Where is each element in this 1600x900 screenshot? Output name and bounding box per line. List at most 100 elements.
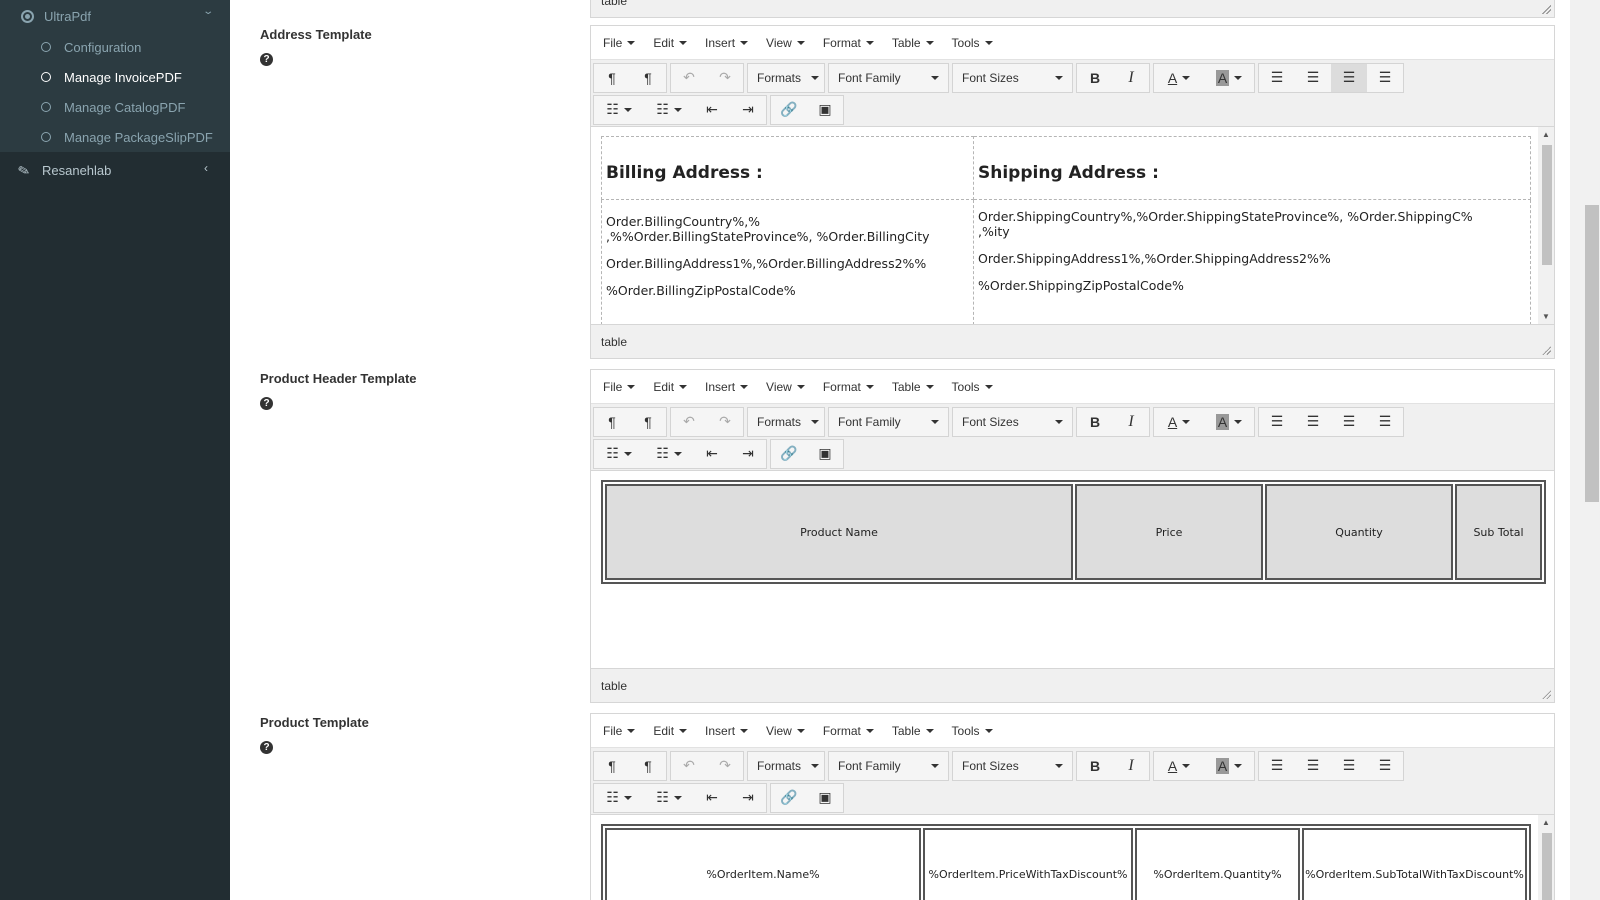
align-right-icon[interactable]: ☰ (1331, 408, 1367, 436)
page-scrollbar-thumb[interactable] (1585, 205, 1599, 502)
menu-view[interactable]: View (758, 724, 813, 738)
bullet-list-icon[interactable]: ☷ (594, 784, 644, 812)
menu-table[interactable]: Table (884, 36, 942, 50)
sidebar-subitem-manage-packageslippdf[interactable]: Manage PackageSlipPDF (0, 122, 230, 152)
font-family-dropdown[interactable]: Font Family (829, 64, 948, 92)
ltr-icon[interactable]: ¶ (594, 408, 630, 436)
background-color-icon[interactable]: A (1204, 64, 1254, 92)
align-justify-icon[interactable]: ☰ (1367, 752, 1403, 780)
numbered-list-icon[interactable]: ☷ (644, 96, 694, 124)
italic-icon[interactable]: I (1113, 408, 1149, 436)
menu-view[interactable]: View (758, 36, 813, 50)
link-icon[interactable]: 🔗 (771, 440, 807, 468)
image-icon[interactable]: ▣ (807, 784, 843, 812)
align-center-icon[interactable]: ☰ (1295, 408, 1331, 436)
address-edit-area[interactable]: Billing Address : Shipping Address : Ord… (591, 127, 1554, 324)
indent-icon[interactable]: ⇥ (730, 440, 766, 468)
scroll-down-icon[interactable]: ▼ (1542, 312, 1550, 321)
numbered-list-icon[interactable]: ☷ (644, 784, 694, 812)
menu-insert[interactable]: Insert (697, 380, 756, 394)
scrollbar-thumb[interactable] (1542, 145, 1552, 265)
outdent-icon[interactable]: ⇤ (694, 96, 730, 124)
menu-tools[interactable]: Tools (944, 36, 1001, 50)
font-family-dropdown[interactable]: Font Family (829, 752, 948, 780)
menu-tools[interactable]: Tools (944, 380, 1001, 394)
menu-edit[interactable]: Edit (645, 724, 695, 738)
font-sizes-dropdown[interactable]: Font Sizes (953, 752, 1072, 780)
menu-file[interactable]: File (595, 380, 643, 394)
menu-edit[interactable]: Edit (645, 380, 695, 394)
menu-file[interactable]: File (595, 724, 643, 738)
menu-edit[interactable]: Edit (645, 36, 695, 50)
undo-icon[interactable]: ↶ (671, 408, 707, 436)
ltr-icon[interactable]: ¶ (594, 64, 630, 92)
bold-icon[interactable]: B (1077, 752, 1113, 780)
rtl-icon[interactable]: ¶ (630, 408, 666, 436)
product-edit-scrollbar[interactable]: ▲ (1538, 815, 1554, 900)
align-right-icon[interactable]: ☰ (1331, 63, 1367, 92)
align-center-icon[interactable]: ☰ (1295, 752, 1331, 780)
menu-table[interactable]: Table (884, 380, 942, 394)
align-justify-icon[interactable]: ☰ (1367, 408, 1403, 436)
scrollbar-thumb[interactable] (1542, 833, 1552, 900)
resize-handle-icon[interactable] (1541, 4, 1551, 14)
text-color-icon[interactable]: A (1154, 408, 1204, 436)
undo-icon[interactable]: ↶ (671, 64, 707, 92)
link-icon[interactable]: 🔗 (771, 784, 807, 812)
sidebar-subitem-manage-invoicepdf[interactable]: Manage InvoicePDF (0, 62, 230, 92)
outdent-icon[interactable]: ⇤ (694, 784, 730, 812)
bullet-list-icon[interactable]: ☷ (594, 440, 644, 468)
menu-table[interactable]: Table (884, 724, 942, 738)
italic-icon[interactable]: I (1113, 64, 1149, 92)
menu-format[interactable]: Format (815, 380, 882, 394)
rtl-icon[interactable]: ¶ (630, 752, 666, 780)
address-edit-scrollbar[interactable]: ▲ ▼ (1538, 127, 1554, 324)
product-header-edit-area[interactable]: Product Name Price Quantity Sub Total (591, 471, 1554, 668)
product-edit-area[interactable]: %OrderItem.Name% %OrderItem.PriceWithTax… (591, 815, 1554, 900)
rtl-icon[interactable]: ¶ (630, 64, 666, 92)
sidebar-subitem-manage-catalogpdf[interactable]: Manage CatalogPDF (0, 92, 230, 122)
resize-handle-icon[interactable] (1541, 689, 1551, 699)
text-color-icon[interactable]: A (1154, 64, 1204, 92)
bullet-list-icon[interactable]: ☷ (594, 96, 644, 124)
text-color-icon[interactable]: A (1154, 752, 1204, 780)
outdent-icon[interactable]: ⇤ (694, 440, 730, 468)
indent-icon[interactable]: ⇥ (730, 784, 766, 812)
undo-icon[interactable]: ↶ (671, 752, 707, 780)
menu-format[interactable]: Format (815, 724, 882, 738)
background-color-icon[interactable]: A (1204, 408, 1254, 436)
redo-icon[interactable]: ↷ (707, 408, 743, 436)
font-sizes-dropdown[interactable]: Font Sizes (953, 408, 1072, 436)
link-icon[interactable]: 🔗 (771, 96, 807, 124)
image-icon[interactable]: ▣ (807, 440, 843, 468)
bold-icon[interactable]: B (1077, 64, 1113, 92)
align-right-icon[interactable]: ☰ (1331, 752, 1367, 780)
help-icon[interactable]: ? (260, 741, 273, 754)
align-justify-icon[interactable]: ☰ (1367, 64, 1403, 92)
redo-icon[interactable]: ↷ (707, 64, 743, 92)
align-left-icon[interactable]: ☰ (1259, 408, 1295, 436)
indent-icon[interactable]: ⇥ (730, 96, 766, 124)
formats-dropdown[interactable]: Formats (748, 408, 824, 436)
sidebar-subitem-configuration[interactable]: Configuration (0, 32, 230, 62)
scroll-up-icon[interactable]: ▲ (1542, 130, 1550, 139)
resize-handle-icon[interactable] (1541, 345, 1551, 355)
menu-view[interactable]: View (758, 380, 813, 394)
font-family-dropdown[interactable]: Font Family (829, 408, 948, 436)
image-icon[interactable]: ▣ (807, 96, 843, 124)
background-color-icon[interactable]: A (1204, 752, 1254, 780)
menu-insert[interactable]: Insert (697, 36, 756, 50)
menu-insert[interactable]: Insert (697, 724, 756, 738)
redo-icon[interactable]: ↷ (707, 752, 743, 780)
menu-format[interactable]: Format (815, 36, 882, 50)
align-center-icon[interactable]: ☰ (1295, 64, 1331, 92)
align-left-icon[interactable]: ☰ (1259, 752, 1295, 780)
help-icon[interactable]: ? (260, 53, 273, 66)
font-sizes-dropdown[interactable]: Font Sizes (953, 64, 1072, 92)
sidebar-item-resanehlab[interactable]: ✎ Resanehlab ‹ (0, 152, 230, 188)
sidebar-item-ultrapdf[interactable]: UltraPdf ⌄ (0, 0, 230, 32)
formats-dropdown[interactable]: Formats (748, 752, 824, 780)
scroll-up-icon[interactable]: ▲ (1542, 818, 1550, 827)
numbered-list-icon[interactable]: ☷ (644, 440, 694, 468)
align-left-icon[interactable]: ☰ (1259, 64, 1295, 92)
